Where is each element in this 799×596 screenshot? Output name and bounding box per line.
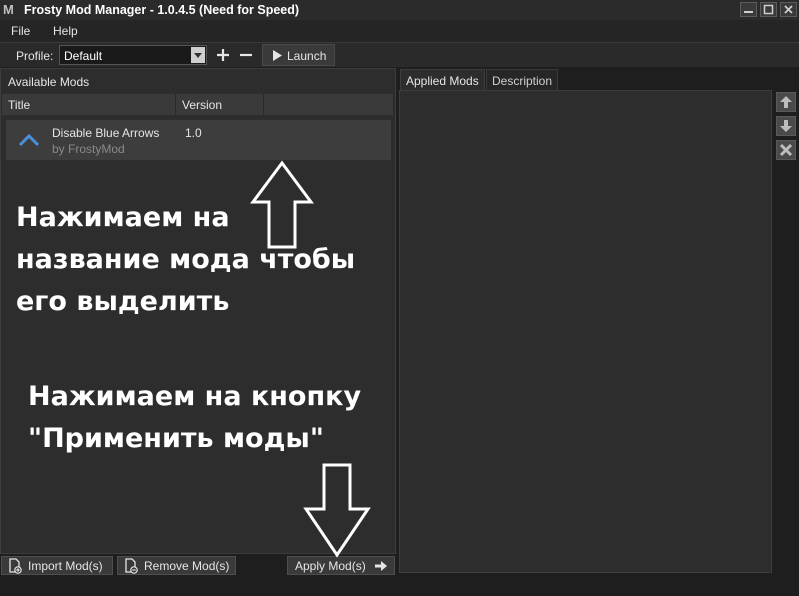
dropdown-button[interactable]	[191, 47, 205, 63]
launch-label: Launch	[287, 49, 327, 63]
menu-file[interactable]: File	[11, 24, 30, 38]
minus-icon	[240, 53, 252, 57]
move-down-button[interactable]	[776, 116, 796, 136]
profile-label: Profile:	[16, 49, 54, 63]
mod-author: by FrostyMod	[52, 142, 125, 156]
apply-mods-label: Apply Mod(s)	[295, 559, 366, 573]
tab-applied-mods[interactable]: Applied Mods	[400, 69, 485, 91]
add-profile-button[interactable]	[215, 46, 231, 64]
annotation-select-line-1: Нажимаем на	[16, 202, 230, 233]
menu-bar: File Help	[0, 20, 799, 43]
maximize-button[interactable]	[760, 2, 777, 17]
toolbar: Profile: Default Launch	[0, 43, 799, 67]
dropdown-icon	[194, 53, 202, 58]
apply-mods-button[interactable]: Apply Mod(s)	[287, 556, 395, 575]
import-mods-label: Import Mod(s)	[28, 559, 103, 573]
move-up-button[interactable]	[776, 92, 796, 112]
annotation-select-mod: Нажимаем на название мода чтобы его выде…	[16, 197, 355, 323]
mod-title: Disable Blue Arrows	[52, 126, 160, 140]
tab-description-label: Description	[492, 74, 553, 88]
import-file-icon	[9, 558, 22, 574]
column-title-label: Title	[8, 98, 31, 112]
annotation-apply-line-2: "Применить моды"	[28, 423, 324, 454]
mod-list-item[interactable]: Disable Blue Arrows by FrostyMod 1.0	[6, 120, 391, 160]
tab-applied-mods-label: Applied Mods	[406, 74, 479, 88]
plus-icon	[217, 49, 229, 61]
arrow-right-icon	[375, 561, 387, 571]
status-bar	[0, 576, 799, 596]
column-filler	[264, 94, 394, 115]
profile-select[interactable]: Default	[59, 45, 207, 65]
remove-profile-button[interactable]	[238, 46, 254, 64]
window-title: Frosty Mod Manager - 1.0.4.5 (Need for S…	[24, 3, 300, 17]
column-version-label: Version	[182, 98, 223, 112]
annotation-apply: Нажимаем на кнопку "Применить моды"	[28, 376, 361, 460]
annotation-select-line-2: название мода чтобы	[16, 244, 356, 275]
move-down-icon	[780, 120, 792, 132]
app-logo-icon: M	[3, 2, 14, 17]
arrow-down-annotation-icon	[303, 463, 371, 558]
close-button[interactable]	[780, 2, 797, 17]
profile-value: Default	[64, 49, 103, 63]
close-icon	[784, 5, 793, 14]
annotation-apply-line-1: Нажимаем на кнопку	[28, 381, 362, 412]
remove-mods-label: Remove Mod(s)	[144, 559, 230, 573]
column-title[interactable]: Title	[2, 94, 176, 115]
maximize-icon	[763, 4, 774, 15]
minimize-icon	[744, 11, 753, 13]
play-icon	[273, 50, 282, 61]
minimize-button[interactable]	[740, 2, 757, 17]
mod-chevron-icon	[18, 133, 40, 147]
move-up-icon	[780, 96, 792, 108]
import-mods-button[interactable]: Import Mod(s)	[1, 556, 113, 575]
column-version[interactable]: Version	[176, 94, 264, 115]
menu-help[interactable]: Help	[53, 24, 78, 38]
remove-icon	[779, 143, 793, 157]
remove-file-icon	[125, 558, 138, 574]
remove-applied-button[interactable]	[776, 140, 796, 160]
remove-mods-button[interactable]: Remove Mod(s)	[117, 556, 236, 575]
annotation-select-line-3: его выделить	[16, 286, 230, 317]
applied-mods-list	[399, 90, 772, 573]
mod-version: 1.0	[185, 126, 202, 140]
available-mods-header: Available Mods	[8, 75, 90, 89]
title-bar: M Frosty Mod Manager - 1.0.4.5 (Need for…	[0, 0, 799, 20]
tab-description[interactable]: Description	[486, 69, 558, 91]
launch-button[interactable]: Launch	[262, 44, 335, 66]
